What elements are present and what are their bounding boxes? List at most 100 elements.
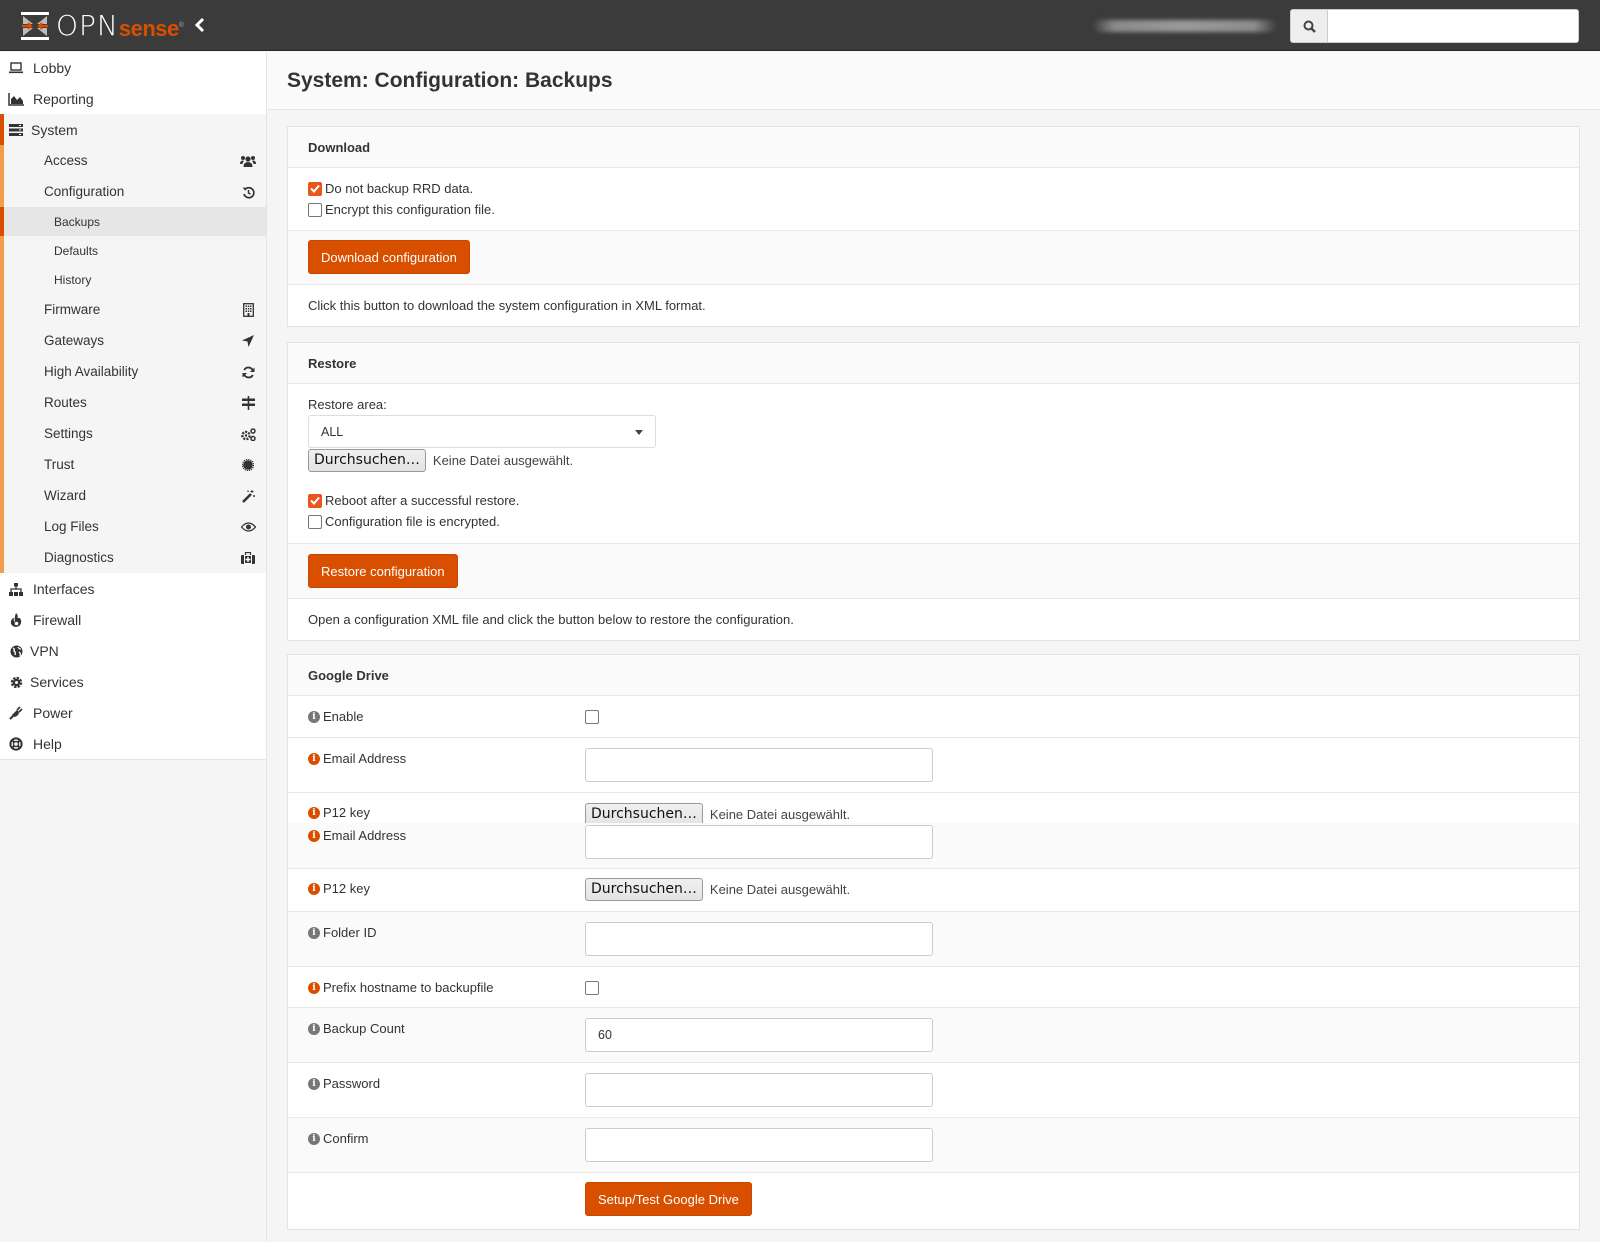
restore-file-status: Keine Datei ausgewählt. [432, 453, 574, 468]
restore-file-browse-button[interactable]: Durchsuchen… [308, 449, 426, 472]
sidebar-item-label: Access [44, 153, 88, 168]
search-addon[interactable] [1291, 10, 1328, 42]
sidebar-item-high-availability[interactable]: High Availability [0, 356, 266, 387]
p12-label-text: P12 key [323, 805, 370, 820]
gdrive-folder-id-input[interactable] [585, 922, 933, 956]
sidebar-item-diagnostics[interactable]: Diagnostics [0, 542, 266, 573]
p12-label-text: P12 key [323, 881, 370, 896]
gdrive-p12-row-partial: i P12 key Durchsuchen… Keine Datei ausge… [288, 793, 1579, 823]
sidebar-item-routes[interactable]: Routes [0, 387, 266, 418]
setup-test-google-drive-button[interactable]: Setup/Test Google Drive [585, 1182, 752, 1216]
sidebar-item-defaults[interactable]: Defaults [0, 236, 266, 265]
sidebar-item-history[interactable]: History [0, 265, 266, 294]
sidebar-item-trust[interactable]: Trust [0, 449, 266, 480]
sidebar-item-gateways[interactable]: Gateways [0, 325, 266, 356]
info-icon[interactable]: i [308, 806, 320, 819]
restore-configuration-button[interactable]: Restore configuration [308, 554, 458, 588]
sitemap-icon [8, 581, 24, 597]
sidebar-item-label: VPN [30, 642, 59, 659]
sidebar-item-help[interactable]: Help [0, 728, 266, 759]
collapse-sidebar-button[interactable] [190, 16, 210, 36]
sidebar-item-label: Interfaces [33, 580, 95, 597]
registered-mark: ® [178, 21, 184, 29]
sidebar-item-label: Services [30, 673, 84, 690]
password-label: i Password [308, 1076, 380, 1091]
page-title: System: Configuration: Backups [287, 69, 613, 92]
info-icon[interactable]: i [308, 710, 320, 723]
sidebar-item-label: Lobby [33, 59, 72, 76]
gdrive-panel-title: Google Drive [308, 668, 389, 683]
sidebar-item-interfaces[interactable]: Interfaces [0, 573, 266, 604]
sidebar-item-wizard[interactable]: Wizard [0, 480, 266, 511]
info-icon[interactable]: i [308, 1077, 320, 1090]
gdrive-confirm-row: i Confirm [288, 1118, 1579, 1173]
p12-file-browse-button[interactable]: Durchsuchen… [585, 803, 703, 823]
page-header: System: Configuration: Backups [267, 52, 1600, 110]
gdrive-email-input[interactable] [585, 748, 933, 782]
info-icon[interactable]: i [308, 752, 320, 765]
sidebar-item-firewall[interactable]: Firewall [0, 604, 266, 635]
sidebar-item-label: Trust [44, 457, 75, 472]
download-hint: Click this button to download the system… [308, 298, 706, 313]
sidebar-item-system[interactable]: System [0, 114, 266, 145]
sidebar-item-label: Reporting [33, 90, 94, 107]
sidebar-item-access[interactable]: Access [0, 145, 266, 176]
brand-opn-text: OPN [56, 9, 119, 42]
info-icon[interactable]: i [308, 829, 320, 842]
opnsense-logo[interactable]: OPN sense ® [20, 11, 184, 41]
info-icon[interactable]: i [308, 1022, 320, 1035]
info-icon[interactable]: i [308, 1132, 320, 1145]
location-arrow-icon [240, 333, 256, 349]
fire-icon [8, 612, 24, 628]
gdrive-enable-checkbox[interactable] [585, 710, 599, 724]
search-input[interactable] [1328, 10, 1578, 42]
medkit-icon [240, 550, 256, 566]
sidebar-item-vpn[interactable]: VPN [0, 635, 266, 666]
reboot-checkbox[interactable] [308, 493, 322, 508]
restore-button-row: Restore configuration [288, 544, 1579, 599]
sidebar-item-firmware[interactable]: Firmware [0, 294, 266, 325]
info-icon[interactable]: i [308, 981, 320, 994]
sidebar-item-label: System [31, 121, 78, 138]
p12-file-browse-button[interactable]: Durchsuchen… [585, 878, 703, 901]
encrypted-checkbox[interactable] [308, 514, 322, 529]
info-icon[interactable]: i [308, 926, 320, 939]
sidebar-item-backups[interactable]: Backups [0, 207, 266, 236]
gdrive-prefix-checkbox[interactable] [585, 981, 599, 995]
restore-area-select[interactable]: ALL [308, 415, 656, 448]
download-configuration-button[interactable]: Download configuration [308, 240, 470, 274]
sidebar-item-log-files[interactable]: Log Files [0, 511, 266, 542]
download-options-row: Do not backup RRD data. Encrypt this con… [288, 168, 1579, 231]
sidebar-item-settings[interactable]: Settings [0, 418, 266, 449]
caret-down-icon [635, 430, 643, 435]
encrypt-checkbox[interactable] [308, 202, 322, 217]
gdrive-backup-count-input[interactable] [585, 1018, 933, 1052]
info-icon[interactable]: i [308, 882, 320, 895]
gdrive-email-row-duplicate: i Email Address [288, 823, 1579, 869]
gdrive-email-row: i Email Address [288, 738, 1579, 793]
sidebar-item-label: Log Files [44, 519, 99, 534]
checkmark-icon [310, 496, 320, 505]
magic-icon [240, 488, 256, 504]
gdrive-email-input-duplicate[interactable] [585, 825, 933, 859]
reboot-checkbox-row[interactable]: Reboot after a successful restore. [308, 493, 519, 508]
area-chart-icon [8, 91, 24, 107]
sidebar-item-reporting[interactable]: Reporting [0, 83, 266, 114]
email-label-duplicate: i Email Address [308, 828, 406, 843]
sidebar-item-label: Firewall [33, 611, 82, 628]
gdrive-password-input[interactable] [585, 1073, 933, 1107]
no-rrd-checkbox[interactable] [308, 181, 322, 196]
chevron-left-icon [194, 17, 205, 33]
folder-id-label-text: Folder ID [323, 925, 377, 940]
reboot-label: Reboot after a successful restore. [325, 493, 520, 508]
sidebar-item-label: Routes [44, 395, 87, 410]
gdrive-confirm-input[interactable] [585, 1128, 933, 1162]
encrypt-checkbox-row[interactable]: Encrypt this configuration file. [308, 202, 495, 217]
no-rrd-checkbox-row[interactable]: Do not backup RRD data. [308, 181, 473, 196]
sidebar-item-services[interactable]: Services [0, 666, 266, 697]
encrypted-checkbox-row[interactable]: Configuration file is encrypted. [308, 514, 500, 529]
gdrive-password-row: i Password [288, 1063, 1579, 1118]
sidebar-item-lobby[interactable]: Lobby [0, 52, 266, 83]
sidebar-item-configuration[interactable]: Configuration [0, 176, 266, 207]
sidebar-item-power[interactable]: Power [0, 697, 266, 728]
